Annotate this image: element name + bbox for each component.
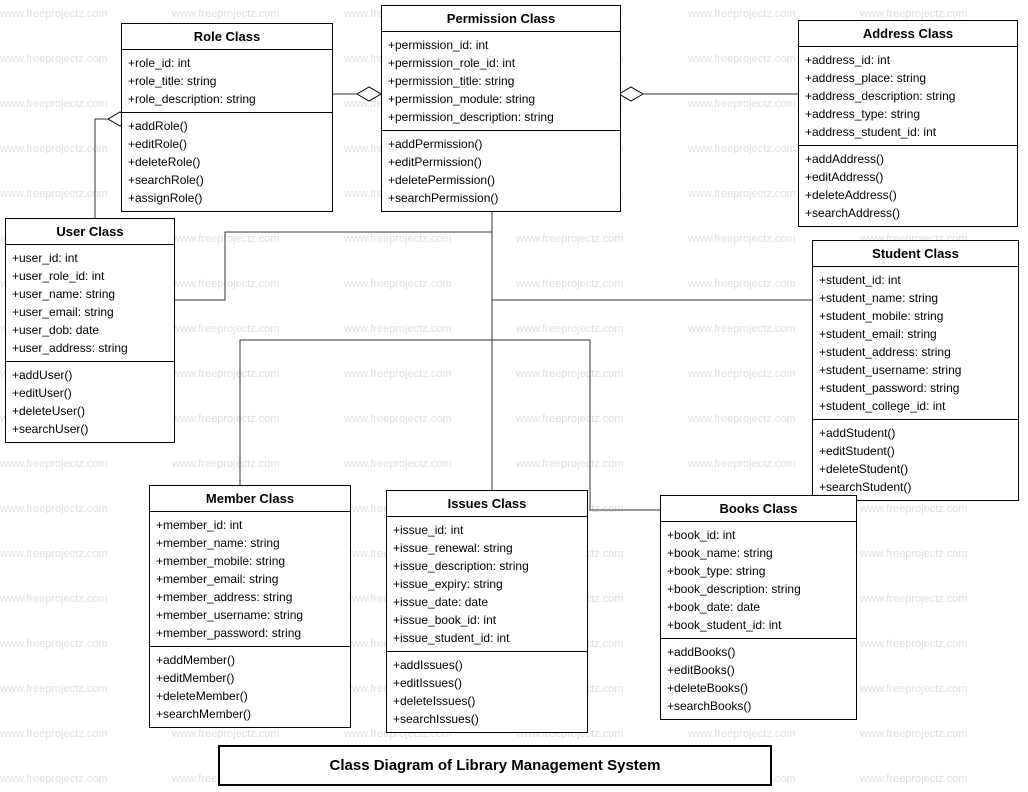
class-books-attrs: +book_id: int+book_name: string+book_typ… (661, 522, 856, 639)
class-issues: Issues Class +issue_id: int+issue_renewa… (386, 490, 588, 733)
diagram-title: Class Diagram of Library Management Syst… (218, 745, 772, 786)
class-member-attrs: +member_id: int+member_name: string+memb… (150, 512, 350, 647)
class-issues-title: Issues Class (387, 491, 587, 517)
class-issues-attrs: +issue_id: int+issue_renewal: string+iss… (387, 517, 587, 652)
class-role-methods: +addRole()+editRole()+deleteRole()+searc… (122, 113, 332, 211)
class-student: Student Class +student_id: int+student_n… (812, 240, 1019, 501)
class-address-methods: +addAddress()+editAddress()+deleteAddres… (799, 146, 1017, 226)
class-address: Address Class +address_id: int+address_p… (798, 20, 1018, 227)
class-member: Member Class +member_id: int+member_name… (149, 485, 351, 728)
class-books: Books Class +book_id: int+book_name: str… (660, 495, 857, 720)
class-address-title: Address Class (799, 21, 1017, 47)
class-role-attrs: +role_id: int+role_title: string+role_de… (122, 50, 332, 113)
class-member-title: Member Class (150, 486, 350, 512)
class-permission-methods: +addPermission()+editPermission()+delete… (382, 131, 620, 211)
class-books-title: Books Class (661, 496, 856, 522)
class-user-title: User Class (6, 219, 174, 245)
class-role: Role Class +role_id: int+role_title: str… (121, 23, 333, 212)
class-address-attrs: +address_id: int+address_place: string+a… (799, 47, 1017, 146)
class-permission-attrs: +permission_id: int+permission_role_id: … (382, 32, 620, 131)
class-student-attrs: +student_id: int+student_name: string+st… (813, 267, 1018, 420)
class-user-attrs: +user_id: int+user_role_id: int+user_nam… (6, 245, 174, 362)
class-role-title: Role Class (122, 24, 332, 50)
class-student-title: Student Class (813, 241, 1018, 267)
class-permission: Permission Class +permission_id: int+per… (381, 5, 621, 212)
class-permission-title: Permission Class (382, 6, 620, 32)
class-issues-methods: +addIssues()+editIssues()+deleteIssues()… (387, 652, 587, 732)
class-student-methods: +addStudent()+editStudent()+deleteStuden… (813, 420, 1018, 500)
class-member-methods: +addMember()+editMember()+deleteMember()… (150, 647, 350, 727)
class-user: User Class +user_id: int+user_role_id: i… (5, 218, 175, 443)
class-user-methods: +addUser()+editUser()+deleteUser()+searc… (6, 362, 174, 442)
class-books-methods: +addBooks()+editBooks()+deleteBooks()+se… (661, 639, 856, 719)
